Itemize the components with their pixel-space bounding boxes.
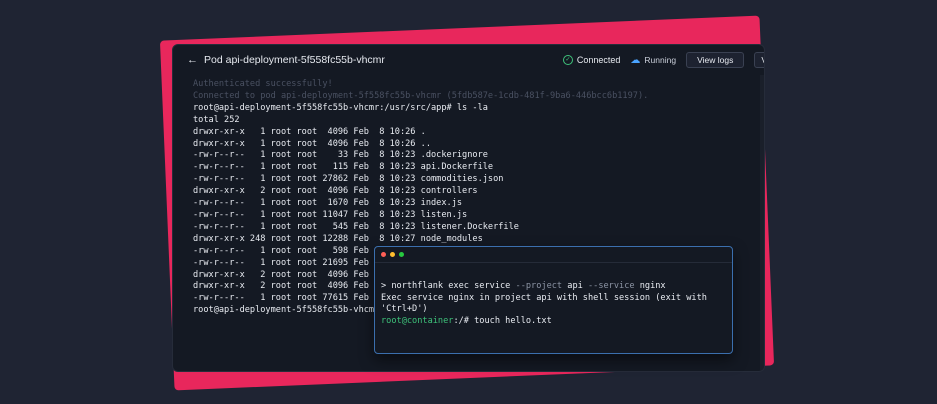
minimize-dot-icon[interactable] bbox=[390, 252, 395, 257]
terminal-line: drwxr-xr-x 1 root root 4096 Feb 8 10:26 … bbox=[193, 138, 431, 149]
check-circle-icon: ✓ bbox=[562, 55, 573, 65]
terminal-line: drwxr-xr-x 248 root root 12288 Feb 8 10:… bbox=[193, 233, 483, 244]
terminal-line: -rw-r--r-- 1 root root 115 Feb 8 10:23 a… bbox=[193, 162, 494, 173]
popup-terminal[interactable]: > northflank exec service --project api … bbox=[375, 263, 732, 328]
terminal-line: drwxr-xr-x 1 root root 4096 Feb 8 10:26 … bbox=[193, 126, 426, 137]
container-prompt: root@container:/# touch hello.txt bbox=[381, 316, 552, 327]
running-status: ☁ Running bbox=[630, 55, 676, 66]
running-label: Running bbox=[644, 55, 677, 65]
view-logs-button[interactable]: View logs bbox=[686, 52, 745, 68]
terminal-line: Authenticated successfully! bbox=[193, 79, 333, 89]
cloud-icon: ☁ bbox=[630, 54, 641, 66]
titlebar-actions: ✓ Connected ☁ Running View logs V bbox=[562, 52, 764, 68]
terminal-line: root@api-deployment-5f558fc55b-vhcmr:/us… bbox=[193, 102, 488, 113]
close-dot-icon[interactable] bbox=[381, 252, 386, 257]
terminal-line: -rw-r--r-- 1 root root 27862 Feb 8 10:23… bbox=[193, 174, 504, 185]
window-titlebar: ← Pod api-deployment-5f558fc55b-vhcmr ✓ … bbox=[173, 45, 764, 75]
terminal-line: -rw-r--r-- 1 root root 11047 Feb 8 10:23… bbox=[193, 209, 468, 220]
terminal-line: drwxr-xr-x 2 root root 4096 Feb 8 10:23 … bbox=[193, 186, 478, 197]
connected-status: ✓ Connected bbox=[562, 55, 621, 65]
page-title: Pod api-deployment-5f558fc55b-vhcmr bbox=[204, 54, 385, 66]
terminal-line: total 252 bbox=[193, 114, 240, 125]
terminal-scrollbar[interactable] bbox=[760, 75, 764, 371]
terminal-line: -rw-r--r-- 1 root root 1670 Feb 8 10:23 … bbox=[193, 198, 463, 209]
terminal-line: -rw-r--r-- 1 root root 545 Feb 8 10:23 l… bbox=[193, 221, 519, 232]
more-button[interactable]: V bbox=[754, 52, 764, 68]
terminal-line: -rw-r--r-- 1 root root 33 Feb 8 10:23 .d… bbox=[193, 150, 488, 161]
exec-message: Exec service nginx in project api with s… bbox=[381, 292, 713, 315]
maximize-dot-icon[interactable] bbox=[399, 252, 404, 257]
exec-command: > northflank exec service --project api … bbox=[381, 280, 666, 291]
terminal-line: Connected to pod api-deployment-5f558fc5… bbox=[193, 90, 649, 101]
exec-popup-window: > northflank exec service --project api … bbox=[374, 246, 733, 354]
popup-titlebar bbox=[375, 247, 732, 263]
connected-label: Connected bbox=[576, 55, 621, 65]
arrow-left-icon[interactable]: ← bbox=[187, 54, 198, 66]
